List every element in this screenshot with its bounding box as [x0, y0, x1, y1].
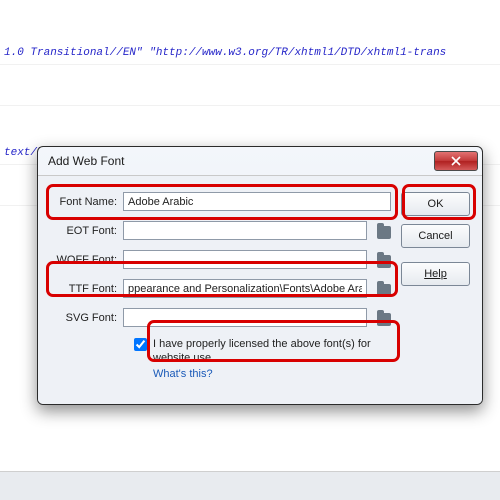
ttf-font-input[interactable]	[123, 279, 367, 298]
label-ttf: TTF Font:	[50, 283, 117, 295]
row-ttf: TTF Font:	[50, 279, 391, 298]
add-web-font-dialog: Add Web Font Font Name: EOT Font: WOFF F…	[37, 146, 483, 405]
folder-icon[interactable]	[375, 252, 391, 268]
ok-button[interactable]: OK	[401, 192, 470, 216]
dialog-buttons: OK Cancel Help	[401, 192, 470, 382]
editor-statusbar	[0, 472, 500, 500]
close-icon	[451, 156, 461, 166]
font-name-input[interactable]	[123, 192, 391, 211]
eot-font-input[interactable]	[123, 221, 367, 240]
dialog-body: Font Name: EOT Font: WOFF Font: TTF Font…	[38, 175, 482, 404]
fields-column: Font Name: EOT Font: WOFF Font: TTF Font…	[50, 192, 391, 382]
close-button[interactable]	[434, 151, 478, 171]
folder-icon[interactable]	[375, 310, 391, 326]
row-woff: WOFF Font:	[50, 250, 391, 269]
license-checkbox-label[interactable]: I have properly licensed the above font(…	[134, 337, 391, 365]
folder-icon[interactable]	[375, 223, 391, 239]
svg-font-input[interactable]	[123, 308, 367, 327]
license-section: I have properly licensed the above font(…	[134, 337, 391, 380]
cancel-button[interactable]: Cancel	[401, 224, 470, 248]
dialog-title: Add Web Font	[48, 154, 434, 168]
label-font-name: Font Name:	[50, 196, 117, 208]
folder-icon[interactable]	[375, 281, 391, 297]
license-text: I have properly licensed the above font(…	[153, 337, 391, 365]
row-svg: SVG Font:	[50, 308, 391, 327]
woff-font-input[interactable]	[123, 250, 367, 269]
label-svg: SVG Font:	[50, 312, 117, 324]
row-eot: EOT Font:	[50, 221, 391, 240]
whats-this-link[interactable]: What's this?	[153, 368, 391, 380]
label-woff: WOFF Font:	[50, 254, 117, 266]
label-eot: EOT Font:	[50, 225, 117, 237]
code-line: 1.0 Transitional//EN" "http://www.w3.org…	[0, 42, 500, 65]
code-line	[0, 101, 500, 106]
license-checkbox[interactable]	[134, 338, 147, 351]
dialog-titlebar[interactable]: Add Web Font	[38, 147, 482, 175]
row-font-name: Font Name:	[50, 192, 391, 211]
help-button[interactable]: Help	[401, 262, 470, 286]
